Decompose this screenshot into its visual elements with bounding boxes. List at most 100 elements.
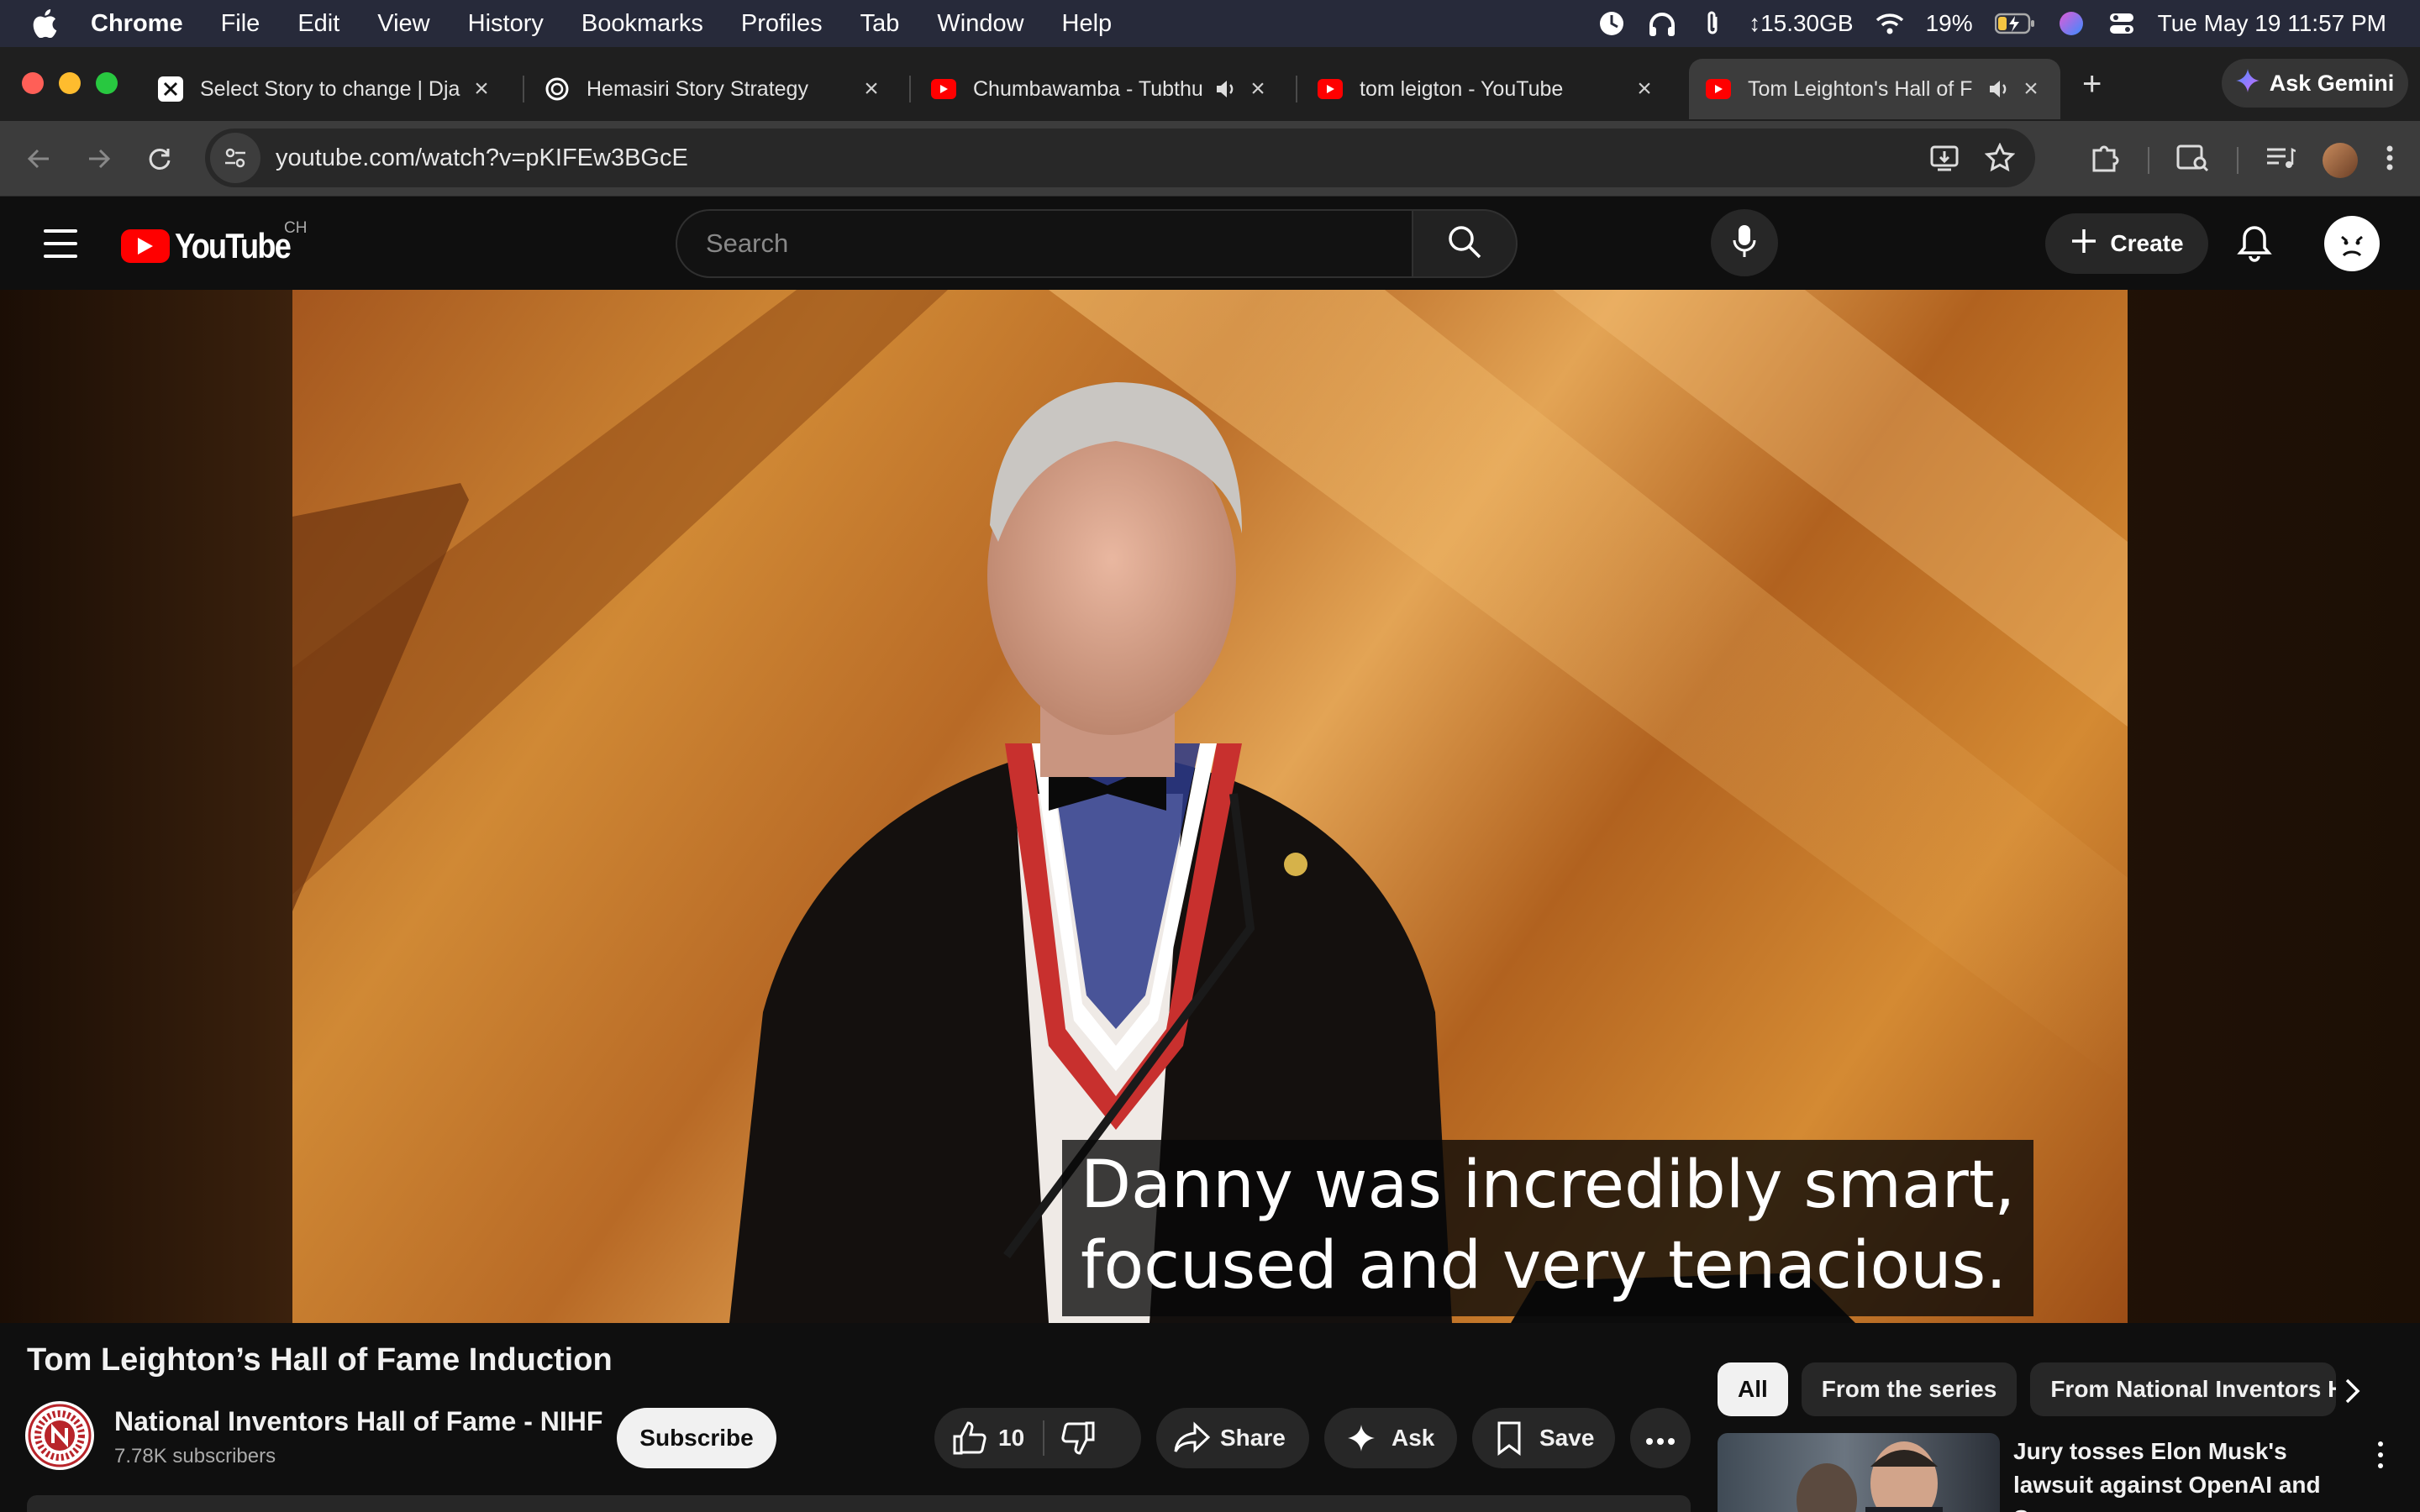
recommendation-thumbnail[interactable] xyxy=(1718,1433,2000,1512)
chip-from-series[interactable]: From the series xyxy=(1801,1362,2018,1416)
toolbar-divider xyxy=(2237,146,2238,174)
install-app-icon[interactable] xyxy=(1929,143,1960,177)
tab-separator xyxy=(1296,76,1297,102)
channel-name[interactable]: National Inventors Hall of Fame - NIHF xyxy=(114,1406,602,1437)
chip-from-channel[interactable]: From National Inventors H xyxy=(2030,1362,2337,1416)
more-actions-button[interactable] xyxy=(1630,1408,1691,1468)
thumbs-up-icon[interactable] xyxy=(951,1420,988,1457)
battery-charging-icon[interactable] xyxy=(1994,9,2035,38)
site-info-icon[interactable] xyxy=(210,133,260,183)
tab-label: Select Story to change | Dja xyxy=(200,76,460,101)
tab-label: Chumbawamba - Tubthu xyxy=(973,76,1203,101)
close-icon[interactable]: × xyxy=(1245,75,1270,103)
menu-window[interactable]: Window xyxy=(937,10,1023,38)
recommendation-title[interactable]: Jury tosses Elon Musk's lawsuit against … xyxy=(2013,1435,2349,1512)
tab-django-admin[interactable]: Select Story to change | Dja × xyxy=(141,59,511,119)
like-dislike-group: 10 xyxy=(934,1408,1141,1468)
minimize-window-button[interactable] xyxy=(59,72,81,94)
tab-label: Hemasiri Story Strategy xyxy=(587,76,808,101)
menu-clock[interactable]: Tue May 19 11:57 PM xyxy=(2158,10,2386,37)
ask-button[interactable]: Ask xyxy=(1324,1408,1457,1468)
reload-icon[interactable] xyxy=(145,144,175,174)
share-button[interactable]: Share xyxy=(1156,1408,1309,1468)
more-vertical-icon[interactable] xyxy=(2368,1438,2393,1472)
control-center-icon[interactable] xyxy=(2107,9,2136,38)
zoom-window-button[interactable] xyxy=(96,72,118,94)
youtube-wordmark: YouTube xyxy=(175,226,292,265)
chrome-toolbar: youtube.com/watch?v=pKIFEw3BGcE xyxy=(0,121,2420,197)
menu-profiles[interactable]: Profiles xyxy=(741,10,823,38)
search-input[interactable] xyxy=(676,209,1412,278)
siri-icon[interactable] xyxy=(2057,9,2086,38)
more-horizontal-icon xyxy=(1645,1425,1676,1452)
notifications-bell-icon[interactable] xyxy=(2235,224,2274,263)
macos-menu-bar: Chrome File Edit View History Bookmarks … xyxy=(0,0,2420,47)
speaker-icon[interactable] xyxy=(1986,77,2010,101)
screen-time-icon[interactable] xyxy=(1597,9,1626,38)
ask-gemini-button[interactable]: Ask Gemini xyxy=(2222,59,2408,108)
apple-logo-icon[interactable] xyxy=(32,9,57,38)
ask-label: Ask xyxy=(1392,1425,1435,1451)
chrome-menu-icon[interactable] xyxy=(2385,144,2395,176)
battery-percent: 19% xyxy=(1925,10,1973,36)
save-button[interactable]: Save xyxy=(1472,1408,1615,1468)
youtube-masthead: YouTube CH Create xyxy=(0,197,2420,290)
caption-line: Danny was incredibly smart, xyxy=(1081,1147,2016,1223)
close-icon[interactable]: × xyxy=(2018,75,2044,103)
toolbar-divider xyxy=(2148,146,2149,174)
video-caption: Danny was incredibly smart, focused and … xyxy=(1062,1140,2034,1316)
nihf-logo-icon xyxy=(28,1404,92,1467)
new-tab-plus-icon[interactable]: + xyxy=(2082,66,2102,103)
close-window-button[interactable] xyxy=(22,72,44,94)
chevron-right-icon[interactable] xyxy=(2333,1374,2373,1408)
channel-avatar[interactable] xyxy=(25,1401,94,1470)
menu-history[interactable]: History xyxy=(468,10,544,38)
menu-edit[interactable]: Edit xyxy=(297,10,339,38)
menu-bookmarks[interactable]: Bookmarks xyxy=(581,10,703,38)
gemini-sparkle-icon xyxy=(2235,68,2260,98)
description-box[interactable] xyxy=(27,1495,1691,1512)
video-player-container[interactable]: Danny was incredibly smart, focused and … xyxy=(0,290,2420,1323)
subscribe-button[interactable]: Subscribe xyxy=(617,1408,776,1468)
tab-chatgpt[interactable]: Hemasiri Story Strategy × xyxy=(528,59,901,119)
menu-help[interactable]: Help xyxy=(1062,10,1113,38)
headphones-icon[interactable] xyxy=(1648,9,1676,38)
wifi-icon[interactable] xyxy=(1876,9,1904,38)
menu-tab[interactable]: Tab xyxy=(860,10,900,38)
close-icon[interactable]: × xyxy=(859,75,884,103)
bookmark-star-icon[interactable] xyxy=(1984,142,2016,177)
youtube-icon xyxy=(1318,79,1343,99)
reading-mode-icon[interactable] xyxy=(2176,143,2210,177)
create-label: Create xyxy=(2110,230,2184,256)
thumbs-down-icon[interactable] xyxy=(1060,1420,1097,1457)
menu-app-name[interactable]: Chrome xyxy=(91,10,183,38)
extensions-puzzle-icon[interactable] xyxy=(2089,142,2121,178)
close-icon[interactable]: × xyxy=(1632,75,1657,103)
create-button[interactable]: Create xyxy=(2045,213,2208,274)
back-arrow-icon[interactable] xyxy=(24,144,54,174)
forward-arrow-icon[interactable] xyxy=(84,144,114,174)
video-player[interactable]: Danny was incredibly smart, focused and … xyxy=(292,290,2128,1323)
related-filter-chips: All From the series From National Invent… xyxy=(1718,1362,2337,1416)
save-label: Save xyxy=(1539,1425,1595,1451)
media-queue-icon[interactable] xyxy=(2265,144,2296,176)
speaker-icon[interactable] xyxy=(1213,77,1237,101)
url-text[interactable]: youtube.com/watch?v=pKIFEw3BGcE xyxy=(276,144,688,172)
account-avatar[interactable] xyxy=(2324,216,2380,271)
menu-view[interactable]: View xyxy=(377,10,429,38)
chip-all[interactable]: All xyxy=(1718,1362,1788,1416)
voice-search-button[interactable] xyxy=(1711,209,1778,276)
like-count[interactable]: 10 xyxy=(998,1425,1024,1452)
paperclip-icon[interactable] xyxy=(1698,9,1727,38)
search-button[interactable] xyxy=(1412,209,1518,278)
memory-status[interactable]: ↕15.30GB xyxy=(1749,10,1854,37)
youtube-logo[interactable]: YouTube CH xyxy=(121,219,308,266)
close-icon[interactable]: × xyxy=(469,75,494,103)
profile-avatar[interactable] xyxy=(2323,142,2358,178)
menu-file[interactable]: File xyxy=(221,10,260,38)
tab-tom-leighton-hall-of-fame[interactable]: Tom Leighton's Hall of F × xyxy=(1689,59,2060,119)
address-bar[interactable]: youtube.com/watch?v=pKIFEw3BGcE xyxy=(205,129,2035,187)
tab-tom-leigton-search[interactable]: tom leigton - YouTube × xyxy=(1301,59,1674,119)
tab-chumbawamba[interactable]: Chumbawamba - Tubthu × xyxy=(914,59,1287,119)
guide-menu-icon[interactable] xyxy=(44,229,77,258)
